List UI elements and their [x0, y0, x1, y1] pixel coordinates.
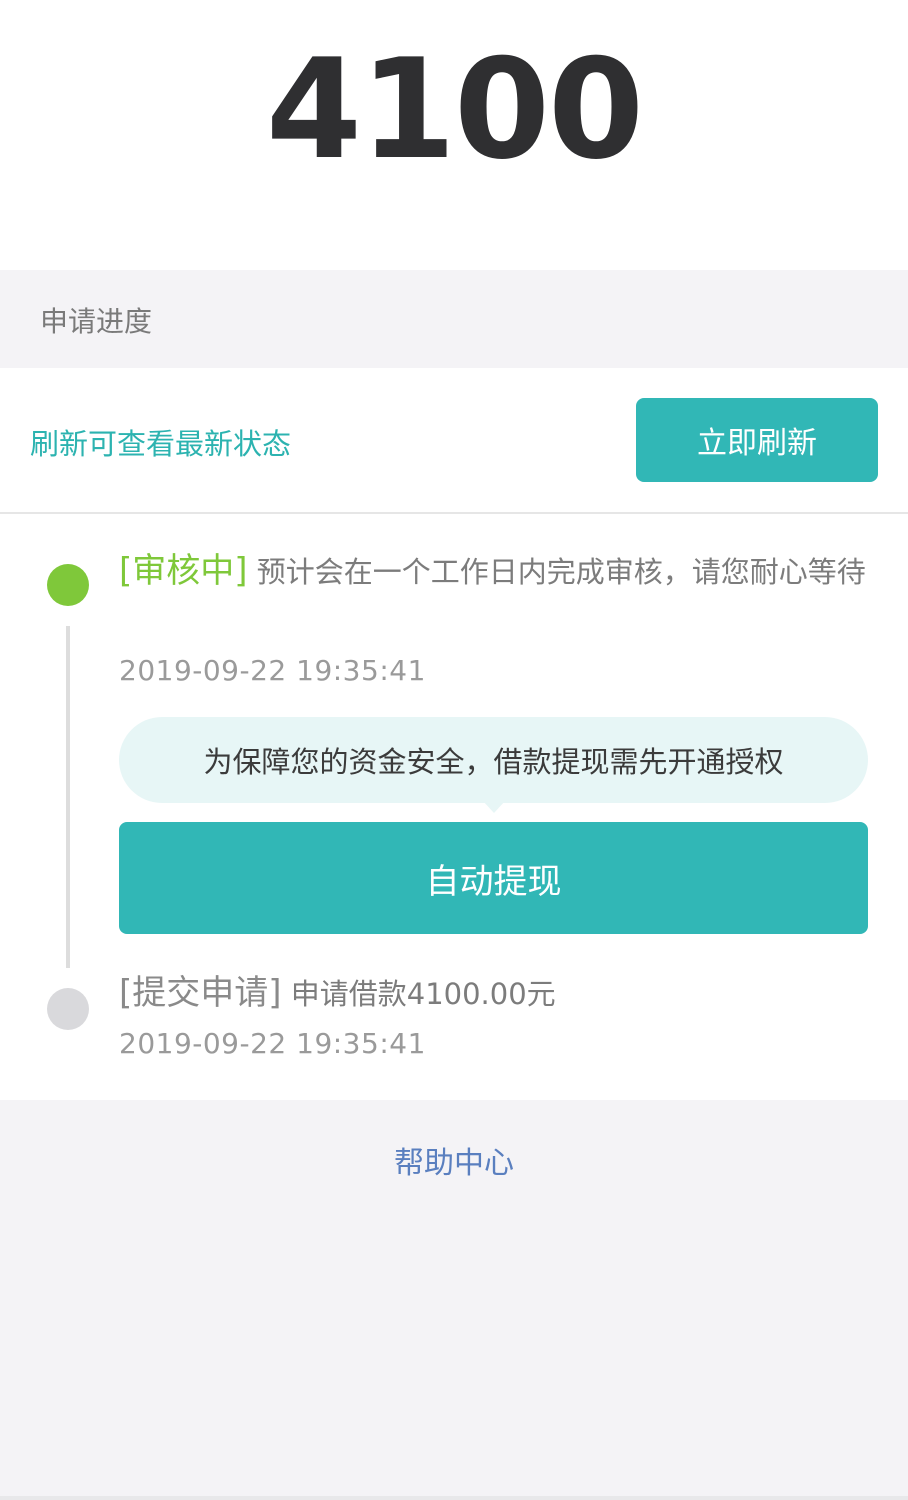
bottom-divider	[0, 1496, 908, 1500]
step-submitted-desc: 申请借款4100.00元	[281, 977, 556, 1011]
active-step-dot-icon	[47, 564, 89, 606]
completed-step-dot-icon	[47, 988, 89, 1030]
loan-amount: 4100	[265, 29, 644, 190]
step-reviewing-desc: 预计会在一个工作日内完成审核，请您耐心等待	[247, 555, 866, 589]
step-reviewing-tag: [审核中]	[119, 551, 248, 591]
timeline-connector	[66, 626, 70, 968]
progress-header: 申请进度	[0, 270, 908, 368]
step-submitted-time: 2019-09-22 19:35:41	[119, 1027, 426, 1060]
authorization-tip: 为保障您的资金安全，借款提现需先开通授权	[119, 717, 868, 803]
auto-withdraw-button[interactable]: 自动提现	[119, 822, 868, 934]
amount-section: 4100	[0, 0, 908, 270]
tip-pointer-icon	[483, 801, 505, 813]
progress-title: 申请进度	[40, 305, 153, 338]
progress-timeline: [审核中] 预计会在一个工作日内完成审核，请您耐心等待 2019-09-22 1…	[0, 514, 908, 1100]
step-reviewing-text: [审核中] 预计会在一个工作日内完成审核，请您耐心等待	[119, 546, 871, 597]
step-submitted-text: [提交申请] 申请借款4100.00元	[119, 968, 871, 1019]
step-reviewing-time: 2019-09-22 19:35:41	[119, 654, 426, 687]
refresh-hint: 刷新可查看最新状态	[30, 427, 292, 461]
help-center-link[interactable]: 帮助中心	[0, 1138, 908, 1182]
step-submitted-tag: [提交申请]	[119, 973, 282, 1013]
refresh-row: 刷新可查看最新状态 立即刷新	[0, 368, 908, 514]
refresh-button[interactable]: 立即刷新	[636, 398, 878, 482]
